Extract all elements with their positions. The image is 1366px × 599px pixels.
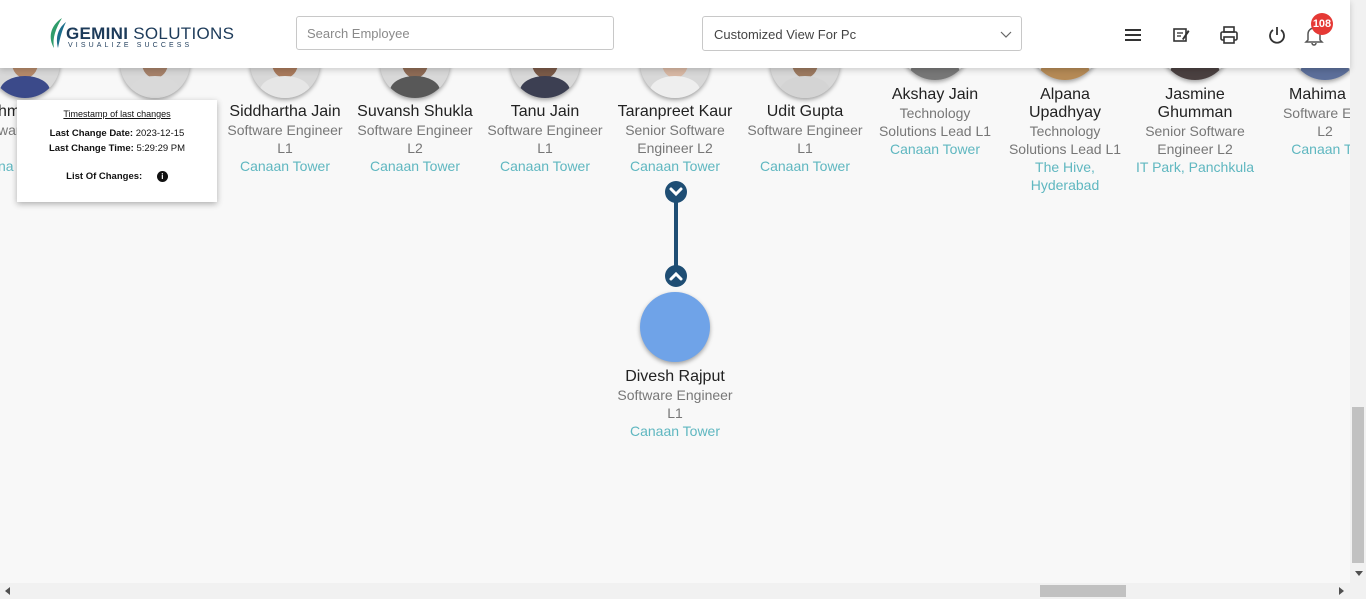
employee-role: Solutions Lead L1 <box>1008 141 1122 157</box>
employee-role: L1 <box>537 140 553 156</box>
employee-location-partial: na <box>0 158 14 174</box>
info-icon[interactable]: i <box>156 171 168 182</box>
last-change-date-label: Last Change Date: <box>49 128 134 139</box>
last-change-date-value: 2023-12-15 <box>135 128 185 139</box>
employee-role: L2 <box>407 140 423 156</box>
view-select-value: Customized View For Pc <box>714 27 857 42</box>
employee-role: Software Engineer <box>487 122 603 138</box>
horizontal-scrollbar[interactable] <box>0 583 1366 599</box>
employee-location: Canaan To <box>1291 141 1350 157</box>
employee-location: Canaan Tower <box>889 141 981 157</box>
employee-role: L1 <box>797 140 813 156</box>
employee-card[interactable]: Suvansh Shukla Software Engineer L2 Canaan … <box>350 103 480 175</box>
employee-location: The Hive, <box>1035 159 1095 175</box>
app-header: GEMINI SOLUTIONS VISUALIZE SUCCESS Custo… <box>0 0 1350 68</box>
last-change-time-value: 5:29:29 PM <box>136 143 186 154</box>
employee-name: Divesh Rajput <box>625 368 725 385</box>
tooltip-title: Timestamp of last changes <box>63 109 171 119</box>
menu-icon[interactable] <box>1122 24 1144 46</box>
avatar-body <box>780 76 830 98</box>
employee-card[interactable]: Jasmine Ghumman Senior Software Engineer L2… <box>1130 86 1260 176</box>
logo-text-rest: SOLUTIONS <box>128 24 235 43</box>
employee-location: Canaan Tower <box>629 423 721 439</box>
scroll-left-arrow-icon[interactable] <box>4 586 12 596</box>
logo-tagline: VISUALIZE SUCCESS <box>68 42 193 49</box>
hierarchy-connector <box>674 202 678 268</box>
employee-role: Engineer L2 <box>637 140 713 156</box>
employee-card[interactable]: Mahima P Software Eng L2 Canaan To <box>1260 86 1350 158</box>
employee-role: Engineer L2 <box>1157 141 1233 157</box>
employee-location: Canaan Tower <box>759 158 851 174</box>
employee-location: Canaan Tower <box>369 158 461 174</box>
employee-location: Canaan Tower <box>239 158 331 174</box>
org-chart-canvas[interactable]: hm war na Siddhartha Jain Software Engine… <box>0 0 1350 583</box>
last-change-time-label: Last Change Time: <box>48 143 134 154</box>
edit-note-icon[interactable] <box>1170 24 1192 46</box>
employee-role: Software Engineer <box>747 122 863 138</box>
employee-card[interactable]: Siddhartha Jain Software Engineer L1 Canaan… <box>220 103 350 175</box>
employee-name: Jasmine <box>1165 86 1225 103</box>
print-icon[interactable] <box>1218 24 1240 46</box>
view-select[interactable]: Customized View For Pc <box>702 16 1022 51</box>
employee-role: Software Eng <box>1282 105 1350 121</box>
employee-name: Akshay Jain <box>891 86 979 103</box>
employee-role: Senior Software <box>1145 123 1245 139</box>
power-icon[interactable] <box>1266 24 1288 46</box>
horizontal-scrollbar-thumb[interactable] <box>1040 585 1126 597</box>
search-employee-input[interactable] <box>296 16 614 50</box>
child-employee-avatar[interactable] <box>640 292 710 362</box>
employee-card[interactable]: Alpana Upadhyay Technology Solutions Lead L… <box>1000 86 1130 194</box>
employee-role: Software Engineer <box>617 387 733 403</box>
employee-card[interactable]: Tanu Jain Software Engineer L1 Canaan Tower <box>480 103 610 175</box>
employee-name: Upadhyay <box>1028 104 1102 121</box>
expand-parent-button[interactable] <box>665 265 687 287</box>
employee-role: Technology <box>899 105 971 121</box>
avatar-body <box>260 76 310 98</box>
scroll-down-arrow-icon[interactable] <box>1354 569 1364 577</box>
employee-role-level: L1 <box>667 405 683 421</box>
employee-role: L2 <box>1317 123 1333 139</box>
notification-badge[interactable]: 108 <box>1311 13 1333 35</box>
employee-name: Alpana <box>1040 86 1090 103</box>
employee-role: Software Engineer <box>227 122 343 138</box>
employee-role: Software Engineer <box>357 122 473 138</box>
employee-name: Tanu Jain <box>510 103 580 120</box>
employee-role: Senior Software <box>625 122 725 138</box>
avatar-body <box>520 76 570 98</box>
employee-name: Udit Gupta <box>766 103 844 120</box>
employee-name: Ghumman <box>1157 104 1233 121</box>
employee-location: Canaan Tower <box>629 158 721 174</box>
child-employee-card[interactable]: Divesh Rajput Software Engineer L1 Canaa… <box>610 368 740 440</box>
employee-role: L1 <box>277 140 293 156</box>
scroll-right-arrow-icon[interactable] <box>1337 586 1345 596</box>
logo-text-bold: GEMINI <box>66 24 129 43</box>
company-logo[interactable]: GEMINI SOLUTIONS VISUALIZE SUCCESS <box>46 16 234 52</box>
list-of-changes-label: List Of Changes: <box>66 171 143 183</box>
employee-name: Taranpreet Kaur <box>617 103 733 120</box>
logo-text: GEMINI SOLUTIONS <box>66 24 234 44</box>
employee-name: Siddhartha Jain <box>229 103 341 120</box>
employee-card[interactable]: Udit Gupta Software Engineer L1 Canaan Towe… <box>740 103 870 175</box>
employee-name: Mahima P <box>1288 86 1350 103</box>
employee-card[interactable]: Akshay Jain Technology Solutions Lead L1 Ca… <box>870 86 1000 158</box>
last-change-time: Last Change Time: 5:29:29 PM <box>17 143 217 154</box>
avatar-body <box>390 76 440 98</box>
employee-location: Hyderabad <box>1030 177 1100 193</box>
employee-role: Solutions Lead L1 <box>878 123 992 139</box>
employee-role: Technology <box>1029 123 1101 139</box>
timestamp-tooltip: Timestamp of last changes Last Change Da… <box>17 100 217 202</box>
employee-location: IT Park, Panchkula <box>1135 159 1255 175</box>
chevron-up-icon <box>669 271 683 281</box>
chevron-down-icon <box>1000 31 1012 38</box>
avatar-body <box>650 76 700 98</box>
collapse-toggle-button[interactable] <box>665 181 687 203</box>
employee-name: Suvansh Shukla <box>357 103 473 120</box>
last-change-date: Last Change Date: 2023-12-15 <box>17 128 217 139</box>
chevron-down-icon <box>669 187 683 197</box>
vertical-scrollbar-thumb[interactable] <box>1352 407 1364 563</box>
leaf-logo-icon <box>50 18 66 48</box>
employee-location: Canaan Tower <box>499 158 591 174</box>
list-of-changes: List Of Changes: i <box>17 171 217 182</box>
employee-card[interactable]: Taranpreet Kaur Senior Software Engineer L… <box>610 103 740 175</box>
